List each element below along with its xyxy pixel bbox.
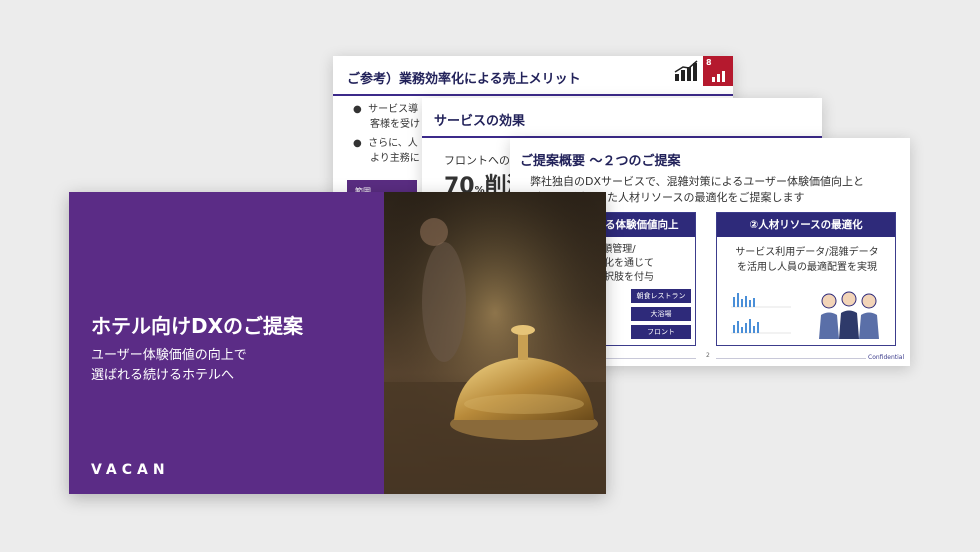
bullet-2: ● さらに、人 より主務に xyxy=(353,138,420,164)
sdg-goal-icon: 8 xyxy=(703,56,733,86)
pill-bath: 大浴場 xyxy=(631,307,691,321)
proposal-card-resource: ②人材リソースの最適化 サービス利用データ/混雑データ を活用し人員の最適配置を… xyxy=(716,212,896,346)
bullet-text: より主務に xyxy=(370,153,420,164)
bar-chart-icon xyxy=(674,60,698,81)
slide-title: ご提案概要 ～２つのご提案 xyxy=(520,154,681,169)
title-panel: ホテル向けDXのご提案 ユーザー体験価値の向上で 選ばれる続けるホテルへ VAC… xyxy=(69,192,384,494)
confidential-label: Confidential xyxy=(868,354,905,361)
pill-breakfast: 朝食レストラン xyxy=(631,289,691,303)
presentation-title: ホテル向けDXのご提案 xyxy=(91,314,304,338)
bullet-text: サービス導 xyxy=(368,104,419,115)
slide-title: ご参考）業務効率化による売上メリット xyxy=(347,72,581,87)
title-slide: ホテル向けDXのご提案 ユーザー体験価値の向上で 選ばれる続けるホテルへ VAC… xyxy=(69,192,606,494)
desc-line: 弊社独自のDXサービスで、混雑対策によるユーザー体験価値向上と xyxy=(530,175,865,188)
bullet-text: さらに、人 xyxy=(368,138,418,149)
footer-line xyxy=(716,358,866,359)
team-illustration-icon xyxy=(819,291,879,339)
subtitle-line: 選ばれる続けるホテルへ xyxy=(91,368,235,383)
front-text: フロントへの xyxy=(444,154,510,167)
slide-title: サービスの効果 xyxy=(434,114,526,129)
sdg-number: 8 xyxy=(706,58,712,67)
page-number: 2 xyxy=(706,352,710,359)
bullet-1: ● サービス導 客様を受け xyxy=(353,104,420,130)
hotel-bell-photo xyxy=(384,192,606,494)
card-header: ②人材リソースの最適化 xyxy=(717,213,895,237)
data-chart-icon xyxy=(731,293,791,334)
pill-front: フロント xyxy=(631,325,691,339)
title-divider xyxy=(333,94,733,96)
vacan-logo: VACAN xyxy=(91,462,170,478)
card-text: サービス利用データ/混雑データ を活用し人員の最適配置を実現 xyxy=(735,247,879,273)
subtitle-line: ユーザー体験価値の向上で xyxy=(91,348,247,363)
growth-icon xyxy=(712,71,725,82)
bullet-text: 客様を受け xyxy=(370,119,420,130)
service-bell-icon xyxy=(384,192,606,494)
